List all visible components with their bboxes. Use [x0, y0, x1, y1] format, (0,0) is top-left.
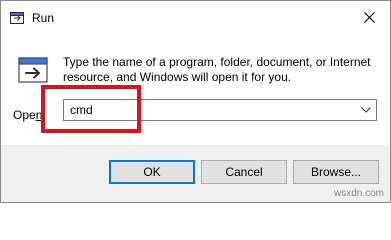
dialog-content: Type the name of a program, folder, docu… [1, 35, 390, 145]
cancel-button[interactable]: Cancel [201, 160, 287, 184]
chevron-down-icon [361, 107, 371, 113]
open-label: Open [13, 108, 42, 122]
dialog-description: Type the name of a program, folder, docu… [63, 55, 371, 84]
open-label-text: Ope [13, 108, 36, 122]
open-combobox[interactable] [63, 99, 377, 121]
run-dialog: Run Type the name of a program, folder, … [0, 0, 391, 203]
browse-button[interactable]: Browse... [293, 160, 379, 184]
close-icon [364, 12, 375, 23]
run-program-icon [18, 57, 48, 83]
open-input[interactable] [64, 100, 354, 120]
close-button[interactable] [349, 1, 390, 35]
ok-button[interactable]: OK [109, 160, 195, 184]
window-title: Run [32, 11, 55, 25]
title-bar: Run [1, 1, 390, 35]
watermark: wsxdn.com [333, 188, 384, 199]
open-label-accelerator: n [35, 108, 43, 122]
dropdown-button[interactable] [356, 100, 376, 120]
run-app-icon [10, 12, 24, 24]
